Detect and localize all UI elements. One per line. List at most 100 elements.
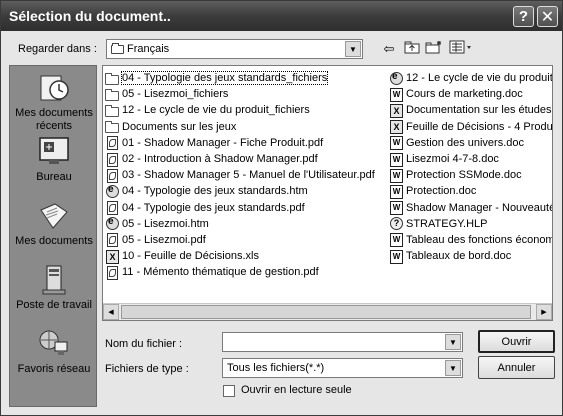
pdf-file-icon <box>105 152 119 167</box>
places-bar: Mes documents récents Bureau Mes documen… <box>9 65 97 407</box>
file-list[interactable]: 04 - Typologie des jeux standards_fichie… <box>102 65 553 321</box>
place-label: Poste de travail <box>16 299 92 311</box>
file-item[interactable]: 01 - Shadow Manager - Fiche Produit.pdf <box>105 135 387 151</box>
file-name: Documents sur les jeux <box>122 120 237 133</box>
file-item[interactable]: Cours de marketing.doc <box>389 86 552 102</box>
file-item[interactable]: Documentation sur les études. <box>389 102 553 118</box>
file-name: 05 - Lisezmoi.pdf <box>122 233 206 246</box>
file-item[interactable]: Gestion des univers.doc <box>389 135 552 151</box>
place-desktop[interactable]: Bureau <box>10 136 98 184</box>
file-item[interactable]: Tableau des fonctions économ <box>389 232 553 248</box>
place-recent-documents[interactable]: Mes documents récents <box>10 72 98 133</box>
desktop-icon <box>37 136 71 168</box>
place-network[interactable]: Favoris réseau <box>10 328 98 376</box>
pdf-file-icon <box>105 233 119 248</box>
chevron-down-icon[interactable]: ▼ <box>445 334 461 350</box>
place-label: Favoris réseau <box>17 363 91 375</box>
open-button[interactable]: Ouvrir <box>478 330 555 353</box>
file-item[interactable]: 05 - Lisezmoi.pdf <box>105 232 387 248</box>
file-name: 12 - Le cycle de vie du produit_fichiers <box>122 104 310 117</box>
file-name: Documentation sur les études. <box>406 104 553 117</box>
folder-file-icon <box>105 120 119 134</box>
pdf-file-icon <box>105 136 119 151</box>
hlp-file-icon <box>389 217 403 231</box>
help-button[interactable]: ? <box>513 6 534 27</box>
title-bar: Sélection du document.. ? ✕ <box>1 1 562 31</box>
filetype-label: Fichiers de type : <box>105 363 189 375</box>
file-item[interactable]: 05 - Lisezmoi_fichiers <box>105 86 387 102</box>
file-item[interactable]: 05 - Lisezmoi.htm <box>105 216 387 232</box>
scroll-left-icon[interactable]: ◀ <box>103 304 119 320</box>
file-item[interactable]: Protection.doc <box>389 183 552 199</box>
file-name: Cours de marketing.doc <box>406 88 523 101</box>
chevron-down-icon[interactable]: ▼ <box>345 41 361 57</box>
file-name: Lisezmoi 4-7-8.doc <box>406 153 499 166</box>
up-folder-icon[interactable] <box>402 40 422 58</box>
pdf-file-icon <box>105 168 119 183</box>
my-computer-icon <box>37 264 71 296</box>
horizontal-scrollbar[interactable]: ◀ ▶ <box>103 303 552 320</box>
file-name: 12 - Le cycle de vie du produit <box>406 72 553 85</box>
place-my-documents[interactable]: Mes documents <box>10 200 98 248</box>
file-item[interactable]: Shadow Manager - Nouveauté <box>389 200 553 216</box>
folder-icon <box>111 43 124 54</box>
word-file-icon <box>389 136 403 151</box>
file-item[interactable]: 04 - Typologie des jeux standards.pdf <box>105 200 387 216</box>
file-column-1: 04 - Typologie des jeux standards_fichie… <box>105 70 387 280</box>
file-item[interactable]: Feuille de Décisions - 4 Produit <box>389 119 553 135</box>
file-item[interactable]: 10 - Feuille de Décisions.xls <box>105 248 387 264</box>
file-item[interactable]: Protection SSMode.doc <box>389 167 552 183</box>
file-name: STRATEGY.HLP <box>406 217 488 230</box>
file-name: 04 - Typologie des jeux standards.pdf <box>122 201 305 214</box>
file-item[interactable]: 12 - Le cycle de vie du produit_fichiers <box>105 102 387 118</box>
file-name: Feuille de Décisions - 4 Produit <box>406 120 553 133</box>
scroll-right-icon[interactable]: ▶ <box>536 304 552 320</box>
close-button[interactable]: ✕ <box>537 6 558 27</box>
file-item[interactable]: 11 - Mémento thématique de gestion.pdf <box>105 264 387 280</box>
excel-file-icon <box>105 249 119 264</box>
word-file-icon <box>389 152 403 167</box>
scroll-thumb[interactable] <box>121 305 531 319</box>
file-name: Shadow Manager - Nouveauté <box>406 201 553 214</box>
filename-input[interactable]: ▼ <box>222 332 463 352</box>
chevron-down-icon[interactable]: ▼ <box>445 360 461 376</box>
readonly-checkbox[interactable] <box>223 385 235 397</box>
folder-file-icon <box>105 72 119 85</box>
file-item[interactable]: 03 - Shadow Manager 5 - Manuel de l'Util… <box>105 167 387 183</box>
network-places-icon <box>37 328 71 360</box>
file-item[interactable]: 02 - Introduction à Shadow Manager.pdf <box>105 151 387 167</box>
look-in-combo[interactable]: Français ▼ <box>106 39 363 59</box>
excel-file-icon <box>389 103 403 118</box>
file-item[interactable]: 04 - Typologie des jeux standards_fichie… <box>105 70 387 86</box>
file-name: Tableaux de bord.doc <box>406 250 512 263</box>
html-file-icon <box>105 184 119 198</box>
file-item[interactable]: Lisezmoi 4-7-8.doc <box>389 151 552 167</box>
recent-documents-icon <box>37 72 71 104</box>
pdf-file-icon <box>105 201 119 216</box>
cancel-button[interactable]: Annuler <box>478 356 555 379</box>
html-file-icon <box>389 71 403 85</box>
word-file-icon <box>389 184 403 199</box>
folder-file-icon <box>105 88 119 101</box>
file-item[interactable]: 12 - Le cycle de vie du produit <box>389 70 553 86</box>
file-name: 01 - Shadow Manager - Fiche Produit.pdf <box>122 136 324 149</box>
file-name: Tableau des fonctions économ <box>406 233 553 246</box>
file-item[interactable]: 04 - Typologie des jeux standards.htm <box>105 183 387 199</box>
place-my-computer[interactable]: Poste de travail <box>10 264 98 312</box>
new-folder-icon[interactable] <box>424 40 444 58</box>
file-item[interactable]: Tableaux de bord.doc <box>389 248 552 264</box>
file-item[interactable]: STRATEGY.HLP <box>389 216 552 232</box>
place-label: Bureau <box>36 171 72 183</box>
back-icon[interactable]: ⇦ <box>379 40 399 58</box>
view-menu-icon[interactable] <box>448 40 474 58</box>
file-open-dialog: Sélection du document.. ? ✕ Regarder dan… <box>0 0 563 416</box>
filetype-select[interactable]: Tous les fichiers(*.*) ▼ <box>222 358 463 378</box>
file-name: 04 - Typologie des jeux standards.htm <box>122 185 308 198</box>
look-in-label: Regarder dans : <box>18 43 97 55</box>
file-name: 05 - Lisezmoi.htm <box>122 217 209 230</box>
file-name: 04 - Typologie des jeux standards_fichie… <box>120 71 329 86</box>
file-item[interactable]: Documents sur les jeux <box>105 119 387 135</box>
file-name: Protection SSMode.doc <box>406 169 522 182</box>
file-name: 05 - Lisezmoi_fichiers <box>122 88 229 101</box>
readonly-label: Ouvrir en lecture seule <box>241 384 352 396</box>
